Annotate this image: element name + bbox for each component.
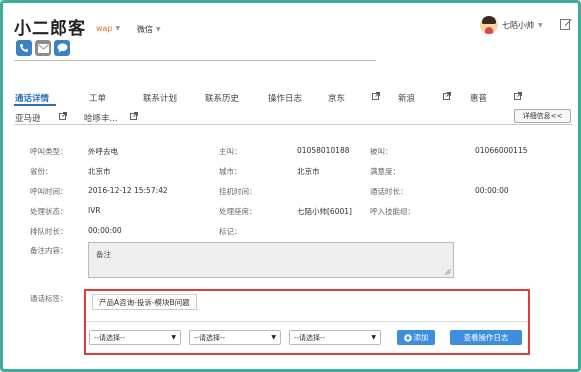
remark-textarea[interactable]: 备注 bbox=[88, 242, 454, 278]
mail-icon[interactable] bbox=[35, 40, 51, 56]
hangup-time-label: 挂机时间： bbox=[219, 187, 257, 196]
skill-group-label: 呼入技能组： bbox=[370, 207, 415, 216]
external-link-icon[interactable] bbox=[443, 92, 451, 100]
chevron-down-icon: ▼ bbox=[271, 334, 276, 341]
callee-label: 被叫： bbox=[370, 147, 393, 156]
tag-select-level-2[interactable]: --请选择-- ▼ bbox=[189, 330, 281, 345]
avatar bbox=[480, 16, 498, 34]
resize-handle-icon[interactable] bbox=[444, 268, 451, 275]
external-link-icon[interactable] bbox=[514, 92, 522, 100]
tab-contact-history[interactable]: 联系历史 bbox=[205, 92, 239, 104]
province-value: 北京市 bbox=[88, 167, 111, 176]
external-link-icon[interactable] bbox=[372, 92, 380, 100]
active-tab-indicator bbox=[14, 104, 56, 106]
tag-select-level-1[interactable]: --请选择-- ▼ bbox=[89, 330, 181, 345]
chevron-down-icon: ▼ bbox=[538, 21, 543, 29]
chat-icon[interactable] bbox=[54, 40, 70, 56]
callee-value: 01066000115 bbox=[475, 146, 528, 155]
channel-icons bbox=[16, 40, 70, 56]
satisfaction-label: 满意度： bbox=[370, 167, 400, 176]
tab-operation-log[interactable]: 操作日志 bbox=[268, 92, 302, 104]
caller-label: 主叫： bbox=[219, 147, 242, 156]
remark-label: 备注内容： bbox=[30, 246, 68, 255]
tab-hp[interactable]: 惠普 bbox=[470, 92, 487, 104]
tab-contact-plan[interactable]: 联系计划 bbox=[143, 92, 177, 104]
edit-icon[interactable] bbox=[560, 18, 572, 30]
external-link-icon[interactable] bbox=[130, 112, 138, 120]
call-type-label: 呼叫类型： bbox=[30, 147, 68, 156]
call-time-label: 呼叫时间： bbox=[30, 187, 68, 196]
tag-select-level-3-value: --请选择-- bbox=[294, 333, 326, 342]
tab-haduofeng[interactable]: 哈哆丰... bbox=[84, 112, 118, 124]
status-label: 处理状态： bbox=[30, 207, 68, 216]
tag-select-level-2-value: --请选择-- bbox=[194, 333, 226, 342]
tags-divider bbox=[86, 321, 528, 322]
call-type-value: 外呼去电 bbox=[88, 147, 118, 156]
duration-label: 通话时长： bbox=[370, 187, 408, 196]
call-tags-label: 通话标签： bbox=[30, 294, 68, 303]
duration-value: 00:00:00 bbox=[475, 186, 509, 195]
queue-time-label: 排队时长： bbox=[30, 227, 68, 236]
selected-tag[interactable]: 产品A咨询-投诉-模块B问题 bbox=[92, 294, 197, 310]
mark-label: 标记： bbox=[219, 227, 242, 236]
tab-divider bbox=[14, 124, 572, 125]
header-divider bbox=[14, 60, 376, 61]
city-label: 城市： bbox=[219, 167, 242, 176]
tab-ticket[interactable]: 工单 bbox=[89, 92, 106, 104]
queue-time-value: 00:00:00 bbox=[88, 226, 122, 235]
wap-dropdown-label: wap bbox=[96, 24, 113, 33]
status-value: IVR bbox=[88, 206, 101, 215]
chevron-down-icon: ▼ bbox=[171, 334, 176, 341]
chevron-down-icon: ▼ bbox=[156, 26, 161, 33]
add-tag-button[interactable]: 添加 bbox=[397, 330, 435, 345]
add-tag-button-label: 添加 bbox=[413, 333, 429, 342]
external-link-icon[interactable] bbox=[59, 112, 67, 120]
tab-sina[interactable]: 新浪 bbox=[398, 92, 415, 104]
app-title: 小二郎客 bbox=[14, 19, 86, 39]
tag-select-level-3[interactable]: --请选择-- ▼ bbox=[289, 330, 381, 345]
province-label: 省份： bbox=[30, 167, 53, 176]
wechat-dropdown-label: 微信 bbox=[137, 25, 153, 34]
tab-amazon[interactable]: 亚马逊 bbox=[15, 112, 41, 124]
call-time-value: 2016-12-12 15:57:42 bbox=[88, 186, 168, 195]
chevron-down-icon: ▼ bbox=[371, 334, 376, 341]
city-value: 北京市 bbox=[297, 167, 320, 176]
chevron-down-icon: ▼ bbox=[115, 25, 121, 32]
plus-icon bbox=[403, 333, 412, 342]
view-operation-log-button[interactable]: 查看操作日志 bbox=[450, 330, 522, 345]
seat-value: 七陌小帅[6001] bbox=[297, 207, 352, 216]
seat-label: 处理座席： bbox=[219, 207, 257, 216]
wechat-dropdown[interactable]: 微信 ▼ bbox=[137, 24, 161, 35]
caller-value: 01058010188 bbox=[297, 146, 350, 155]
detail-info-button[interactable]: 详细信息<< bbox=[514, 109, 571, 123]
user-menu[interactable]: 七陌小帅 ▼ bbox=[480, 16, 543, 34]
wap-dropdown[interactable]: wap ▼ bbox=[96, 24, 120, 33]
tab-jd[interactable]: 京东 bbox=[328, 92, 345, 104]
user-name: 七陌小帅 bbox=[502, 20, 534, 30]
remark-placeholder: 备注 bbox=[96, 250, 111, 259]
tag-select-level-1-value: --请选择-- bbox=[94, 333, 126, 342]
tab-call-details[interactable]: 通话详情 bbox=[15, 92, 49, 104]
phone-icon[interactable] bbox=[16, 40, 32, 56]
